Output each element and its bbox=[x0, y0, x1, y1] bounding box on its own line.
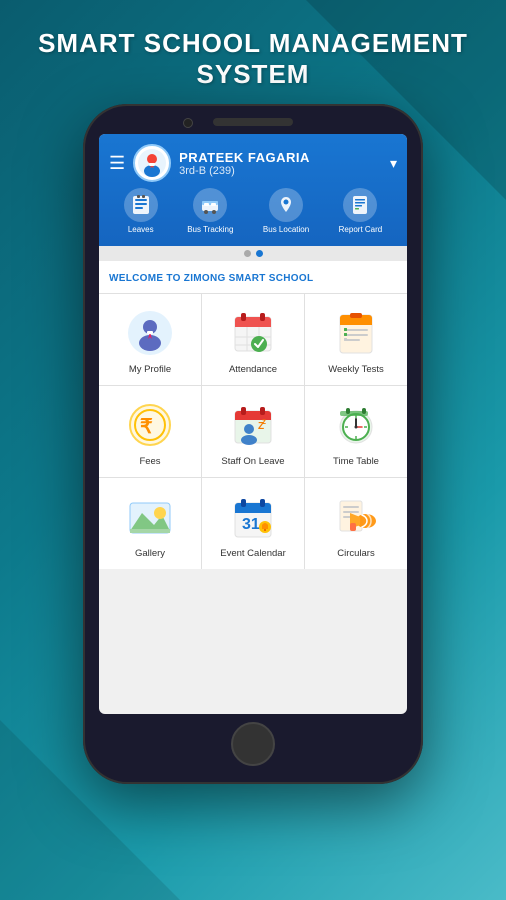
attendance-label: Attendance bbox=[229, 364, 277, 375]
menu-item-circulars[interactable]: Circulars bbox=[305, 478, 407, 569]
nav-item-leaves[interactable]: Leaves bbox=[124, 188, 158, 234]
page-title: SMART SCHOOL MANAGEMENT SYSTEM bbox=[38, 28, 468, 90]
staff-on-leave-label: Staff On Leave bbox=[221, 456, 284, 467]
circulars-label: Circulars bbox=[337, 548, 374, 559]
menu-item-staff-on-leave[interactable]: Z z Staff On Leave bbox=[202, 386, 304, 477]
menu-item-fees[interactable]: ₹ Fees bbox=[99, 386, 201, 477]
gallery-label: Gallery bbox=[135, 548, 165, 559]
event-calendar-label: Event Calendar bbox=[220, 548, 285, 559]
phone-speaker bbox=[213, 118, 293, 126]
nav-label-bus-tracking: Bus Tracking bbox=[187, 225, 233, 234]
dot-1 bbox=[244, 250, 251, 257]
home-button[interactable] bbox=[231, 722, 275, 766]
menu-item-time-table[interactable]: Time Table bbox=[305, 386, 407, 477]
gallery-icon bbox=[125, 492, 175, 542]
user-class: 3rd-B (239) bbox=[179, 165, 382, 177]
dropdown-icon[interactable]: ▾ bbox=[390, 155, 397, 172]
app-header: ☰ PRATEEK FAGARIA 3rd-B (239) bbox=[99, 134, 407, 246]
menu-grid: My Profile bbox=[99, 294, 407, 569]
my-profile-label: My Profile bbox=[129, 364, 171, 375]
hamburger-icon[interactable]: ☰ bbox=[109, 153, 125, 174]
menu-item-gallery[interactable]: Gallery bbox=[99, 478, 201, 569]
menu-item-weekly-tests[interactable]: Weekly Tests bbox=[305, 294, 407, 385]
bus-location-icon bbox=[269, 188, 303, 222]
menu-item-my-profile[interactable]: My Profile bbox=[99, 294, 201, 385]
phone-camera bbox=[183, 118, 193, 128]
phone-frame: ☰ PRATEEK FAGARIA 3rd-B (239) bbox=[83, 104, 423, 784]
nav-item-bus-location[interactable]: Bus Location bbox=[263, 188, 309, 234]
my-profile-icon bbox=[125, 308, 175, 358]
avatar bbox=[133, 144, 171, 182]
avatar-image bbox=[138, 149, 166, 177]
carousel-dots bbox=[99, 246, 407, 261]
phone-screen: ☰ PRATEEK FAGARIA 3rd-B (239) bbox=[99, 134, 407, 714]
bus-tracking-icon bbox=[193, 188, 227, 222]
report-card-icon bbox=[343, 188, 377, 222]
circulars-icon bbox=[331, 492, 381, 542]
attendance-icon bbox=[228, 308, 278, 358]
svg-text:z: z bbox=[262, 417, 266, 426]
nav-label-leaves: Leaves bbox=[128, 225, 154, 234]
menu-item-event-calendar[interactable]: 31 Event Calendar bbox=[202, 478, 304, 569]
nav-icons-bar: Leaves Bus Tracking bbox=[109, 182, 397, 238]
nav-item-bus-tracking[interactable]: Bus Tracking bbox=[187, 188, 233, 234]
nav-item-report-card[interactable]: Report Card bbox=[339, 188, 383, 234]
time-table-icon bbox=[331, 400, 381, 450]
user-name: PRATEEK FAGARIA bbox=[179, 150, 382, 165]
menu-item-attendance[interactable]: Attendance bbox=[202, 294, 304, 385]
fees-icon: ₹ bbox=[125, 400, 175, 450]
user-info: PRATEEK FAGARIA 3rd-B (239) bbox=[179, 150, 382, 177]
svg-text:31: 31 bbox=[242, 516, 260, 533]
welcome-bar: WELCOME TO ZIMONG SMART SCHOOL bbox=[99, 261, 407, 294]
weekly-tests-label: Weekly Tests bbox=[328, 364, 384, 375]
svg-text:₹: ₹ bbox=[140, 416, 153, 438]
welcome-text: WELCOME TO ZIMONG SMART SCHOOL bbox=[109, 273, 313, 284]
event-calendar-icon: 31 bbox=[228, 492, 278, 542]
nav-label-report-card: Report Card bbox=[339, 225, 383, 234]
weekly-tests-icon bbox=[331, 308, 381, 358]
fees-label: Fees bbox=[139, 456, 160, 467]
leaves-icon bbox=[124, 188, 158, 222]
staff-on-leave-icon: Z z bbox=[228, 400, 278, 450]
time-table-label: Time Table bbox=[333, 456, 379, 467]
nav-label-bus-location: Bus Location bbox=[263, 225, 309, 234]
dot-2 bbox=[256, 250, 263, 257]
